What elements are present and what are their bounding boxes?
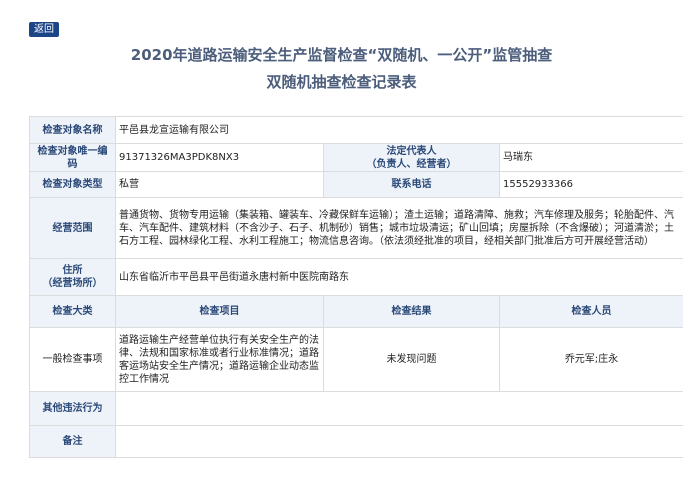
object-code-value: 91371326MA3PDK8NX3: [115, 143, 324, 172]
header-inspectors: 检查人员: [499, 295, 683, 328]
object-type-value: 私营: [115, 171, 324, 198]
remarks-label: 备注: [29, 425, 116, 458]
row-object-code: 检查对象唯一编码 91371326MA3PDK8NX3 法定代表人 （负责人、经…: [29, 143, 683, 172]
other-violations-value: [115, 391, 683, 426]
back-button[interactable]: 返回: [29, 22, 59, 37]
phone-value: 15552933366: [499, 171, 683, 198]
row-remarks: 备注: [29, 425, 683, 458]
object-type-label: 检查对象类型: [29, 171, 116, 198]
business-scope-value: 普通货物、货物专用运输（集装箱、罐装车、冷藏保鲜车运输）；渣土运输；道路清障、施…: [115, 197, 683, 259]
other-violations-label: 其他违法行为: [29, 391, 116, 426]
inspection-header-row: 检查大类 检查项目 检查结果 检查人员: [29, 295, 683, 328]
row-other-violations: 其他违法行为: [29, 391, 683, 426]
row-object-name: 检查对象名称 平邑县龙宣运输有限公司: [29, 116, 683, 144]
legal-rep-label-line1: 法定代表人: [386, 145, 437, 157]
object-name-label: 检查对象名称: [29, 116, 116, 144]
legal-rep-label-line2: （负责人、经营者）: [366, 158, 457, 170]
row-object-type: 检查对象类型 私营 联系电话 15552933366: [29, 171, 683, 198]
address-label: 住所 （经营场所）: [29, 258, 116, 296]
remarks-value: [115, 425, 683, 458]
business-scope-label: 经营范围: [29, 197, 116, 259]
header-item: 检查项目: [115, 295, 324, 328]
phone-label: 联系电话: [323, 171, 500, 198]
address-label-line1: 住所: [62, 265, 83, 276]
header-category: 检查大类: [29, 295, 116, 328]
row-business-scope: 经营范围 普通货物、货物专用运输（集装箱、罐装车、冷藏保鲜车运输）；渣土运输；道…: [29, 197, 683, 259]
inspection-row: 一般检查事项 道路运输生产经营单位执行有关安全生产的法律、法规和国家标准或者行业…: [29, 327, 683, 392]
inspection-inspectors: 乔元军;庄永: [499, 327, 683, 392]
object-name-value: 平邑县龙宣运输有限公司: [115, 116, 683, 144]
page-title: 2020年道路运输安全生产监督检查“双随机、一公开”监管抽查: [130, 46, 553, 64]
legal-rep-label: 法定代表人 （负责人、经营者）: [323, 143, 500, 172]
address-label-line2: （经营场所）: [42, 278, 103, 289]
inspection-category: 一般检查事项: [29, 327, 116, 392]
row-address: 住所 （经营场所） 山东省临沂市平邑县平邑街道永唐村新中医院南路东: [29, 258, 683, 296]
legal-rep-value: 马瑞东: [499, 143, 683, 172]
address-value: 山东省临沂市平邑县平邑街道永唐村新中医院南路东: [115, 258, 683, 296]
page-subtitle: 双随机抽查检查记录表: [266, 73, 417, 91]
header-result: 检查结果: [323, 295, 500, 328]
inspection-record-table: 检查对象名称 平邑县龙宣运输有限公司 检查对象唯一编码 91371326MA3P…: [29, 116, 683, 458]
inspection-item: 道路运输生产经营单位执行有关安全生产的法律、法规和国家标准或者行业标准情况；道路…: [115, 327, 324, 392]
inspection-result: 未发现问题: [323, 327, 500, 392]
object-code-label: 检查对象唯一编码: [29, 143, 116, 172]
